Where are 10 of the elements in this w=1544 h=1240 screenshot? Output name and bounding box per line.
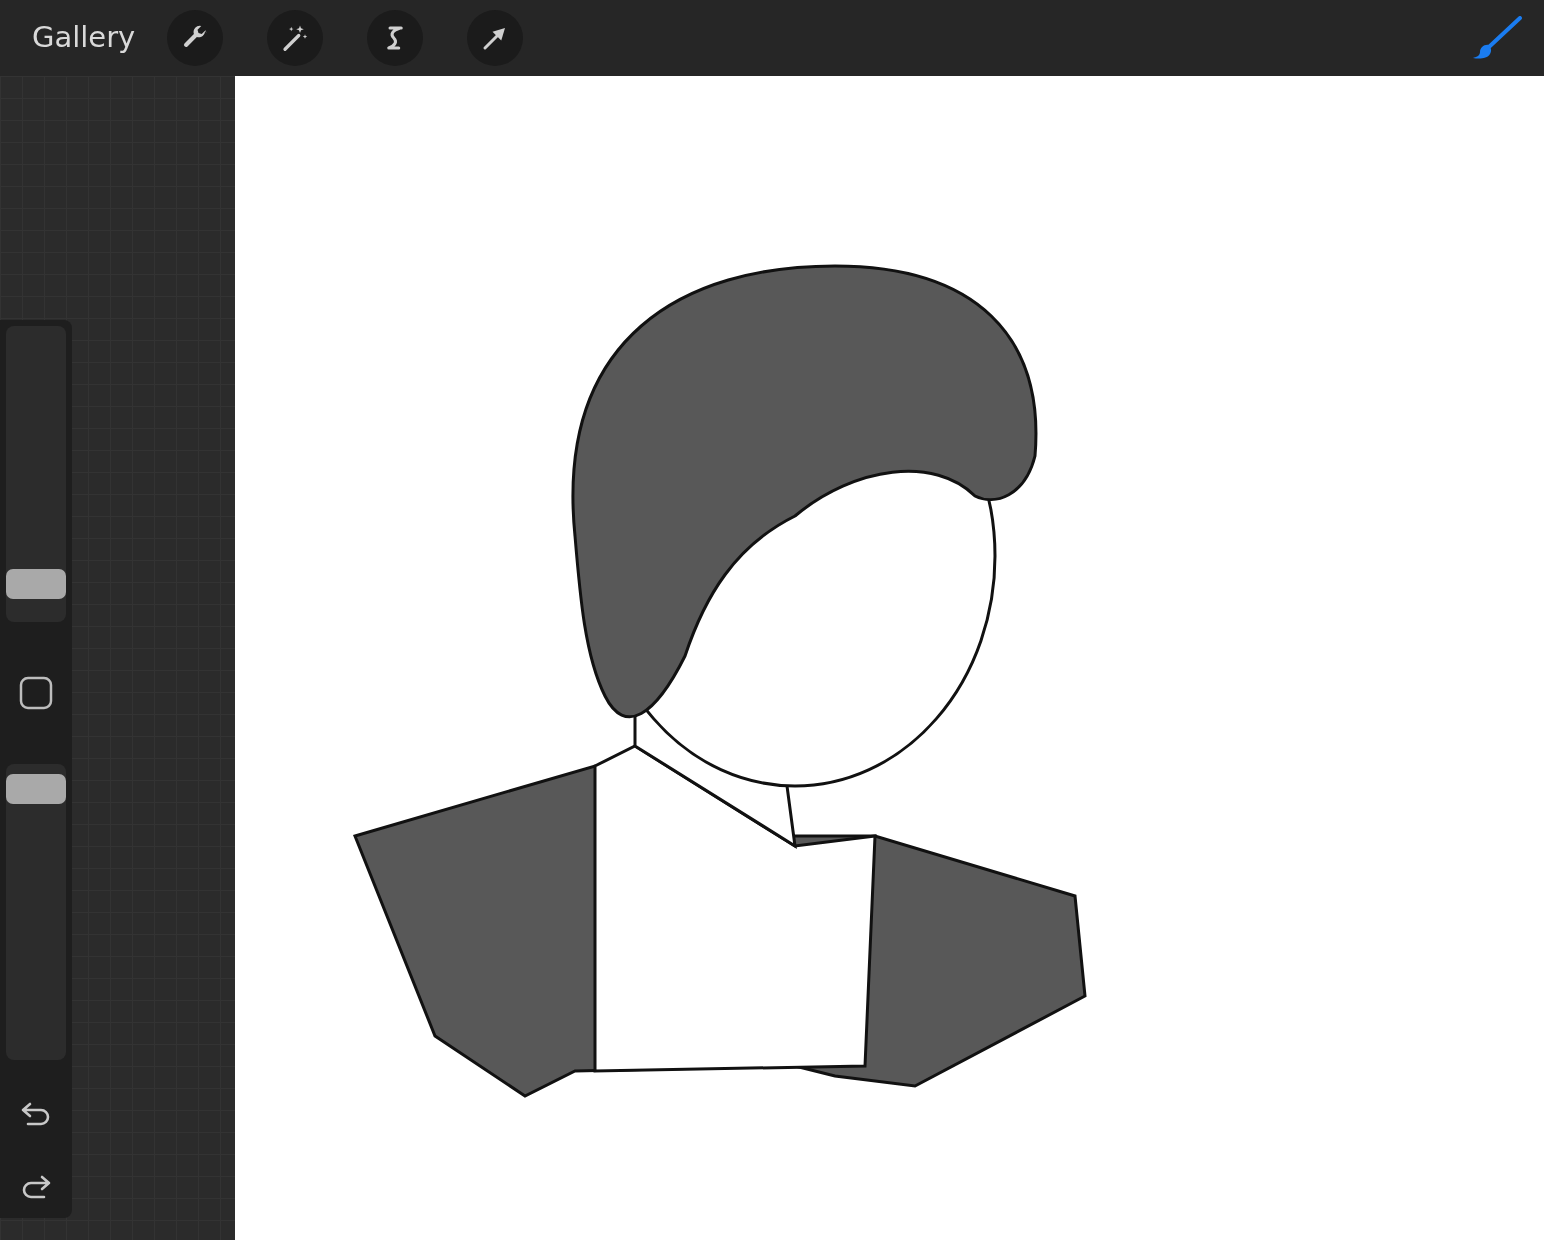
opacity-slider[interactable] <box>6 764 66 1060</box>
slider-thumb[interactable] <box>6 773 66 804</box>
brush-size-slider[interactable] <box>6 326 66 622</box>
undo-icon <box>20 1100 52 1128</box>
brush-icon[interactable] <box>1472 16 1522 60</box>
square-icon <box>19 676 53 710</box>
canvas[interactable] <box>235 76 1544 1240</box>
gallery-button[interactable]: Gallery <box>32 16 136 60</box>
slider-thumb[interactable] <box>6 569 66 600</box>
redo-icon <box>20 1173 52 1201</box>
